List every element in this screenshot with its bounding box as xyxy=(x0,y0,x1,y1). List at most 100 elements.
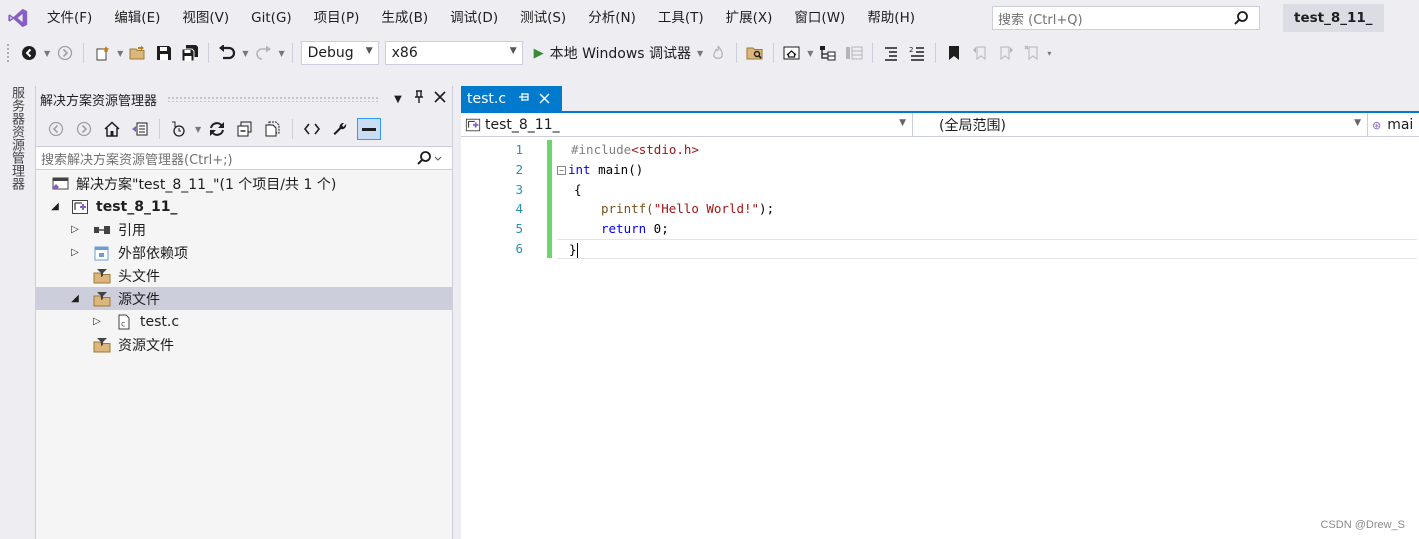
menu-tools[interactable]: 工具(T) xyxy=(647,0,715,36)
filter-dropdown-icon[interactable]: ▼ xyxy=(195,125,201,134)
uncomment-lines-icon[interactable]: 2 xyxy=(906,41,928,65)
menu-window[interactable]: 窗口(W) xyxy=(783,0,856,36)
platform-value: x86 xyxy=(391,45,418,61)
search-icon[interactable] xyxy=(1233,10,1249,30)
find-in-files-icon[interactable] xyxy=(744,41,766,65)
undo-icon[interactable] xyxy=(216,41,238,65)
tree-item-project[interactable]: ◢ test_8_11_ xyxy=(36,195,452,218)
solution-configuration-combo[interactable]: Debug ▼ xyxy=(300,41,379,65)
redo-icon[interactable] xyxy=(252,41,274,65)
comment-lines-icon[interactable] xyxy=(880,41,902,65)
solution-platform-combo[interactable]: x86 ▼ xyxy=(384,41,523,65)
toolbar-grip[interactable] xyxy=(6,43,10,63)
clear-bookmarks-icon[interactable] xyxy=(1021,41,1043,65)
toolbar-options-icon[interactable]: ▾ xyxy=(1047,49,1051,58)
class-view-icon[interactable] xyxy=(817,41,839,65)
menu-debug[interactable]: 调试(D) xyxy=(439,0,509,36)
tree-item-external-dependencies[interactable]: ▷ 外部依赖项 xyxy=(36,241,452,264)
visual-studio-logo-icon[interactable] xyxy=(0,0,36,36)
solution-label: 解决方案"test_8_11_"(1 个项目/共 1 个) xyxy=(76,176,337,193)
svg-text:c: c xyxy=(121,319,125,328)
debug-target-dropdown-icon[interactable]: ▼ xyxy=(697,49,703,58)
back-icon[interactable] xyxy=(45,117,67,141)
collapse-outline-icon[interactable]: − xyxy=(557,165,566,175)
pin-tab-icon[interactable] xyxy=(518,92,529,105)
preview-selected-items-icon[interactable] xyxy=(357,118,382,140)
properties-wrench-icon[interactable] xyxy=(329,117,351,141)
menu-view[interactable]: 视图(V) xyxy=(171,0,240,36)
collapsed-triangle-icon[interactable]: ▷ xyxy=(68,247,82,258)
menu-help[interactable]: 帮助(H) xyxy=(856,0,926,36)
watermark: CSDN @Drew_S xyxy=(1320,519,1405,531)
menu-analyze[interactable]: 分析(N) xyxy=(577,0,647,36)
show-all-files-icon[interactable] xyxy=(262,117,284,141)
collapse-all-icon[interactable] xyxy=(234,117,256,141)
solution-explorer-search[interactable]: 搜索解决方案资源管理器(Ctrl+;) xyxy=(36,146,452,170)
menu-edit[interactable]: 编辑(E) xyxy=(103,0,171,36)
view-code-icon[interactable] xyxy=(301,117,323,141)
undo-dropdown-icon[interactable]: ▼ xyxy=(242,49,248,58)
server-explorer-strip: 服务器资源管理器 xyxy=(0,80,34,539)
tab-test-c[interactable]: test.c xyxy=(461,86,562,111)
expanded-triangle-icon[interactable]: ◢ xyxy=(68,293,82,304)
save-icon[interactable] xyxy=(153,41,175,65)
properties-icon[interactable] xyxy=(843,41,865,65)
member-navigation-combo[interactable]: ⊛ mai xyxy=(1368,113,1419,137)
menu-file[interactable]: 文件(F) xyxy=(36,0,103,36)
menu-build[interactable]: 生成(B) xyxy=(370,0,439,36)
hot-reload-icon[interactable] xyxy=(707,41,729,65)
next-bookmark-icon[interactable] xyxy=(995,41,1017,65)
pending-changes-filter-icon[interactable] xyxy=(168,117,190,141)
expanded-triangle-icon[interactable]: ◢ xyxy=(48,201,62,212)
navigate-forward-icon[interactable] xyxy=(54,41,76,65)
forward-icon[interactable] xyxy=(73,117,95,141)
project-navigation-combo[interactable]: test_8_11_ ▼ xyxy=(461,113,913,137)
navigate-back-dropdown-icon[interactable]: ▼ xyxy=(44,49,50,58)
menu-git[interactable]: Git(G) xyxy=(240,0,303,36)
new-item-icon[interactable] xyxy=(91,41,113,65)
switch-views-icon[interactable] xyxy=(129,117,151,141)
tree-item-header-files[interactable]: 头文件 xyxy=(36,264,452,287)
toolbar-overflow-icon[interactable]: ▼ xyxy=(807,49,813,58)
tree-item-solution[interactable]: 解决方案"test_8_11_"(1 个项目/共 1 个) xyxy=(36,172,452,195)
close-icon[interactable] xyxy=(431,91,449,107)
search-icon[interactable] xyxy=(416,150,444,170)
start-debugging-button[interactable]: ▶ 本地 Windows 调试器 xyxy=(534,43,691,63)
open-folder-icon[interactable] xyxy=(127,41,149,65)
new-item-dropdown-icon[interactable]: ▼ xyxy=(117,49,123,58)
menu-extensions[interactable]: 扩展(X) xyxy=(715,0,784,36)
sync-with-document-icon[interactable] xyxy=(206,117,228,141)
line-number: 6 xyxy=(515,240,523,256)
chevron-down-icon: ▼ xyxy=(509,46,517,56)
toolbar-separator xyxy=(83,43,85,63)
home-icon[interactable] xyxy=(101,117,123,141)
save-all-icon[interactable] xyxy=(179,41,201,65)
scope-navigation-combo[interactable]: (全局范围) ▼ xyxy=(913,113,1368,137)
chevron-down-icon: ▼ xyxy=(365,46,373,56)
tree-item-references[interactable]: ▷ 引用 xyxy=(36,218,452,241)
toolbar-separator xyxy=(292,119,294,139)
collapsed-triangle-icon[interactable]: ▷ xyxy=(68,224,82,235)
quick-launch-search[interactable]: 搜索 (Ctrl+Q) xyxy=(992,6,1260,30)
menu-project[interactable]: 项目(P) xyxy=(303,0,371,36)
tree-item-test-c[interactable]: ▷ c test.c xyxy=(36,310,452,333)
pin-icon[interactable] xyxy=(410,90,428,108)
filter-folder-icon xyxy=(92,268,112,284)
previous-bookmark-icon[interactable] xyxy=(969,41,991,65)
menu-test[interactable]: 测试(S) xyxy=(509,0,577,36)
tree-item-source-files[interactable]: ◢ 源文件 xyxy=(36,287,452,310)
code-text-area[interactable]: 1 2 3 4 5 6 #include<stdio.h> − int main(… xyxy=(461,138,1419,539)
redo-dropdown-icon[interactable]: ▼ xyxy=(278,49,284,58)
close-tab-icon[interactable] xyxy=(539,90,550,108)
window-position-dropdown-icon[interactable]: ▼ xyxy=(389,94,407,105)
navigate-back-icon[interactable] xyxy=(18,41,40,65)
code-line-4: printf("Hello World!"); xyxy=(557,199,1417,219)
solution-explorer-icon[interactable] xyxy=(781,41,803,65)
document-tab-strip: test.c xyxy=(461,86,1419,113)
bookmark-icon[interactable] xyxy=(943,41,965,65)
tree-item-resource-files[interactable]: 资源文件 xyxy=(36,333,452,356)
collapsed-triangle-icon[interactable]: ▷ xyxy=(90,316,104,327)
solution-explorer-title-bar[interactable]: 解决方案资源管理器 ▼ xyxy=(36,86,452,112)
server-explorer-tab[interactable]: 服务器资源管理器 xyxy=(8,86,24,190)
source-files-label: 源文件 xyxy=(118,291,160,308)
